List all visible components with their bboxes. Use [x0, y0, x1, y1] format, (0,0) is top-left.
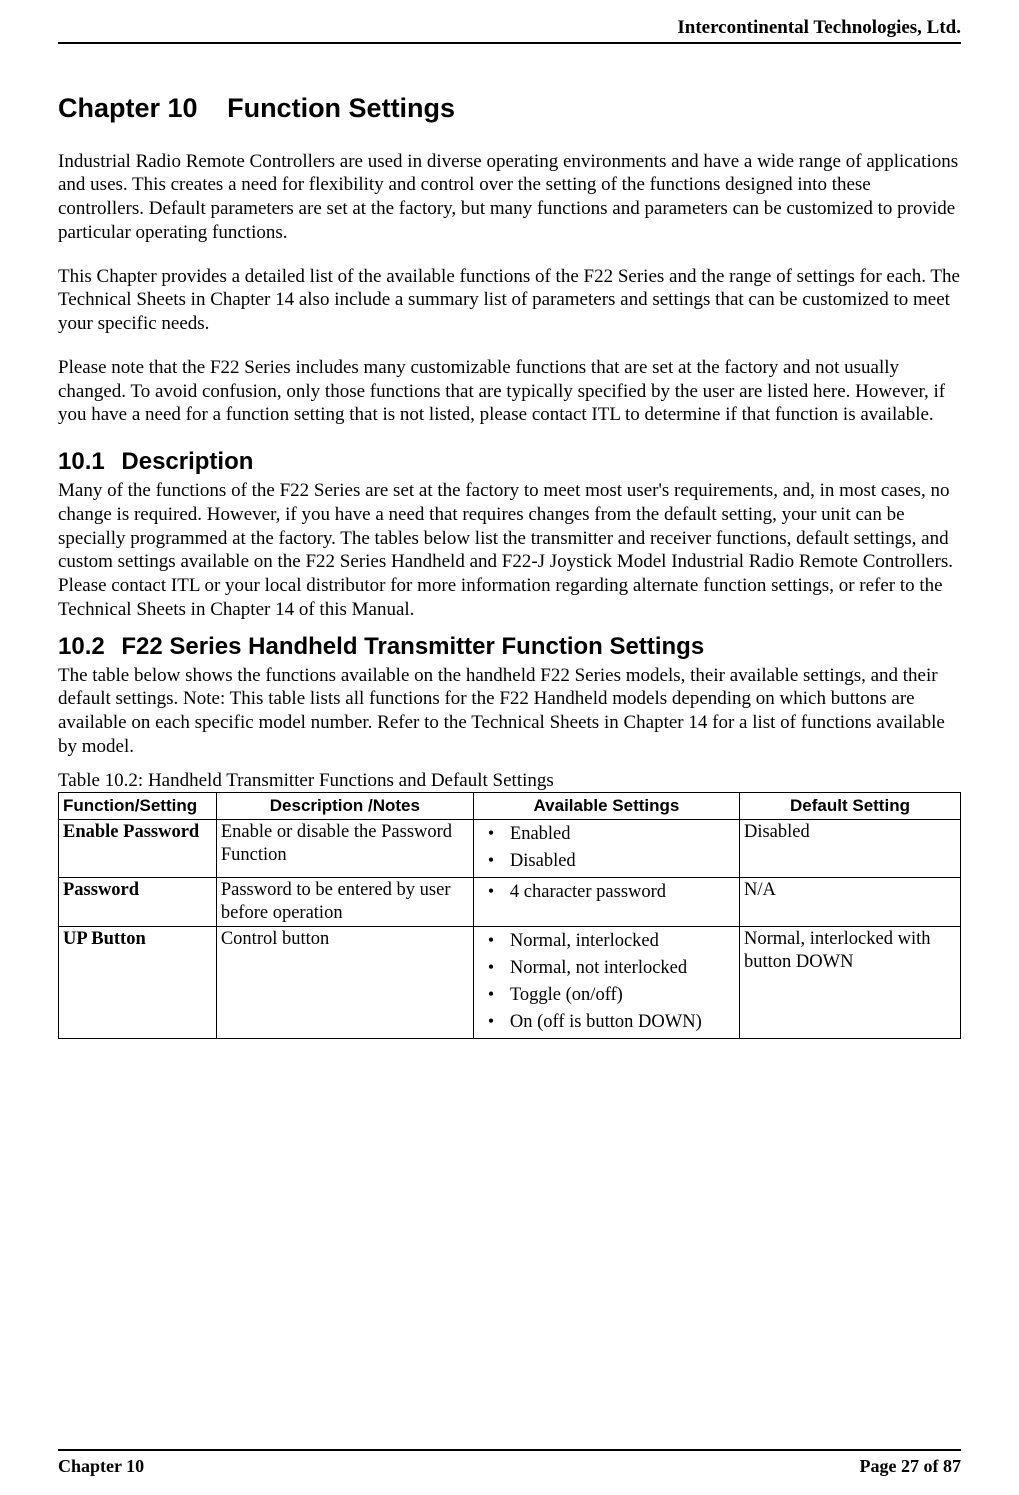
- section-title: Description: [121, 448, 253, 475]
- cell-default: Disabled: [739, 819, 960, 877]
- cell-function: Password: [59, 877, 217, 926]
- list-item: Toggle (on/off): [478, 983, 735, 1007]
- section-10-2-body: The table below shows the functions avai…: [58, 664, 961, 759]
- cell-description: Enable or disable the Password Function: [216, 819, 473, 877]
- list-item: Normal, not interlocked: [478, 956, 735, 980]
- col-header-description: Description /Notes: [216, 793, 473, 819]
- list-item: Normal, interlocked: [478, 929, 735, 953]
- cell-available: 4 character password: [473, 877, 739, 926]
- footer: Chapter 10 Page 27 of 87: [58, 1449, 961, 1478]
- functions-table: Function/Setting Description /Notes Avai…: [58, 792, 961, 1039]
- section-number: 10.2: [58, 633, 105, 660]
- list-item: Disabled: [478, 849, 735, 873]
- cell-available: Enabled Disabled: [473, 819, 739, 877]
- section-10-1-heading: 10.1 Description: [58, 447, 961, 477]
- table-header-row: Function/Setting Description /Notes Avai…: [59, 793, 961, 819]
- list-item: 4 character password: [478, 880, 735, 904]
- intro-paragraph-3: Please note that the F22 Series includes…: [58, 356, 961, 427]
- chapter-title: Function Settings: [227, 93, 455, 123]
- cell-default: Normal, interlocked with button DOWN: [739, 926, 960, 1038]
- table-caption: Table 10.2: Handheld Transmitter Functio…: [58, 769, 961, 793]
- cell-default: N/A: [739, 877, 960, 926]
- col-header-function: Function/Setting: [59, 793, 217, 819]
- col-header-default: Default Setting: [739, 793, 960, 819]
- cell-available: Normal, interlocked Normal, not interloc…: [473, 926, 739, 1038]
- cell-description: Control button: [216, 926, 473, 1038]
- header-company: Intercontinental Technologies, Ltd.: [58, 12, 961, 44]
- section-10-2-heading: 10.2 F22 Series Handheld Transmitter Fun…: [58, 632, 961, 662]
- cell-description: Password to be entered by user before op…: [216, 877, 473, 926]
- section-title: F22 Series Handheld Transmitter Function…: [121, 633, 704, 660]
- intro-paragraph-2: This Chapter provides a detailed list of…: [58, 265, 961, 336]
- list-item: On (off is button DOWN): [478, 1010, 735, 1034]
- footer-chapter: Chapter 10: [58, 1455, 144, 1478]
- col-header-available: Available Settings: [473, 793, 739, 819]
- table-row: UP Button Control button Normal, interlo…: [59, 926, 961, 1038]
- cell-function: UP Button: [59, 926, 217, 1038]
- table-row: Password Password to be entered by user …: [59, 877, 961, 926]
- footer-page-number: Page 27 of 87: [860, 1455, 961, 1478]
- chapter-heading: Chapter 10 Function Settings: [58, 92, 961, 126]
- list-item: Enabled: [478, 822, 735, 846]
- section-10-1-body: Many of the functions of the F22 Series …: [58, 479, 961, 622]
- cell-function: Enable Password: [59, 819, 217, 877]
- chapter-number: Chapter 10: [58, 93, 198, 123]
- section-number: 10.1: [58, 448, 105, 475]
- table-row: Enable Password Enable or disable the Pa…: [59, 819, 961, 877]
- intro-paragraph-1: Industrial Radio Remote Controllers are …: [58, 150, 961, 245]
